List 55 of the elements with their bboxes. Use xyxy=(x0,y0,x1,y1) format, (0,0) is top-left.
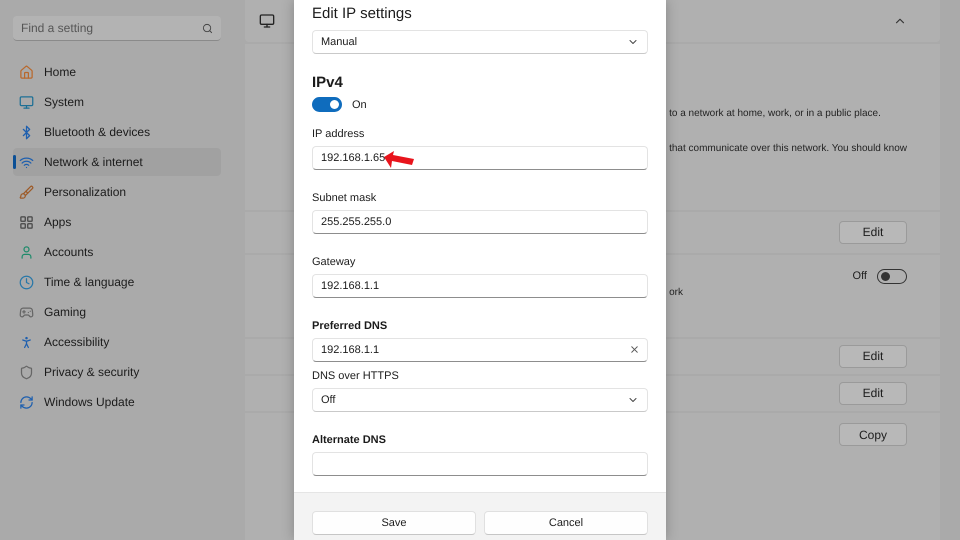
accessibility-icon xyxy=(19,334,34,350)
sidebar-item[interactable]: Accounts xyxy=(13,238,222,266)
dropdown[interactable]: Off xyxy=(312,388,648,412)
text-field[interactable]: 192.168.1.65 xyxy=(312,146,648,170)
sidebar-item[interactable]: Apps xyxy=(13,208,222,236)
sidebar-item[interactable]: Windows Update xyxy=(13,388,222,416)
update-icon xyxy=(19,394,34,410)
text-field[interactable]: 255.255.255.0 xyxy=(312,210,648,234)
dropdown[interactable]: Manual xyxy=(312,30,648,54)
sidebar-item[interactable]: Accessibility xyxy=(13,328,222,356)
toggle-state-text: On xyxy=(352,98,367,110)
apps-icon xyxy=(19,214,34,230)
home-icon xyxy=(19,64,34,80)
description-text: ork xyxy=(669,286,684,298)
description-text: to a network at home, work, or in a public place. xyxy=(669,108,882,119)
toggle-switch[interactable] xyxy=(312,97,342,112)
wifi-icon xyxy=(19,154,34,170)
sidebar-item[interactable]: Bluetooth & devices xyxy=(13,118,222,146)
toggle-state-text: Off xyxy=(852,270,867,282)
monitor-icon xyxy=(259,12,276,29)
gamepad-icon xyxy=(19,304,34,320)
brush-icon xyxy=(19,184,34,200)
save-button[interactable]: Save xyxy=(312,511,476,535)
text-field[interactable]: 192.168.1.1 xyxy=(312,274,648,298)
field-label: Gateway xyxy=(312,256,356,268)
section-heading: IPv4 xyxy=(312,74,344,91)
toggle-switch[interactable] xyxy=(877,268,907,284)
field-label: DNS over HTTPS xyxy=(312,370,400,382)
search-field[interactable]: Find a setting xyxy=(13,16,222,41)
sidebar-item[interactable]: Personalization xyxy=(13,178,222,206)
sidebar-item[interactable]: Time & language xyxy=(13,268,222,296)
clock-icon xyxy=(19,274,34,290)
sidebar-item[interactable]: System xyxy=(13,88,222,116)
edit-button[interactable]: Edit xyxy=(839,382,907,405)
text-field[interactable]: 192.168.1.1 xyxy=(312,338,648,362)
description-text: that communicate over this network. You should know xyxy=(669,142,907,154)
cancel-button[interactable]: Cancel xyxy=(484,511,648,535)
shield-icon xyxy=(19,364,34,380)
edit-button[interactable]: Edit xyxy=(839,344,907,368)
text-field[interactable] xyxy=(312,452,648,476)
sidebar-item[interactable]: Network & internet xyxy=(13,148,222,176)
field-label: Preferred DNS xyxy=(312,320,388,332)
sidebar-item[interactable]: Privacy & security xyxy=(13,358,222,386)
field-label: Alternate DNS xyxy=(312,434,387,446)
edit-button[interactable]: Edit xyxy=(839,220,907,244)
dialog-title: Edit IP settings xyxy=(312,5,413,22)
monitor-icon xyxy=(19,94,34,110)
field-label: Subnet mask xyxy=(312,192,378,204)
sidebar-item[interactable]: Gaming xyxy=(13,298,222,326)
copy-button[interactable]: Copy xyxy=(839,423,907,446)
sidebar-item[interactable]: Home xyxy=(13,58,222,86)
clear-icon[interactable] xyxy=(629,344,640,355)
field-label: IP address xyxy=(312,128,366,140)
person-icon xyxy=(19,244,34,260)
search-icon xyxy=(202,23,214,34)
